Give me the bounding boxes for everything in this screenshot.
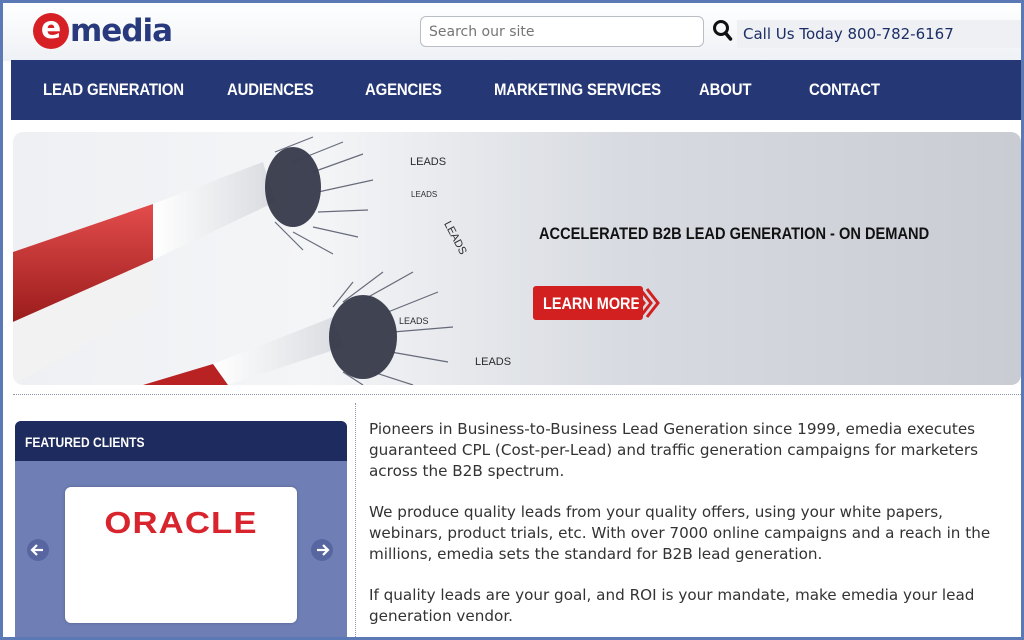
search-icon[interactable] — [712, 19, 734, 43]
nav-marketing-services[interactable]: MARKETING SERVICES — [494, 80, 661, 100]
site-header: e media Call Us Today 800-782-6167 — [3, 3, 1021, 61]
nav-agencies[interactable]: AGENCIES — [365, 80, 442, 100]
carousel-prev-button[interactable] — [27, 539, 49, 561]
arrow-right-icon — [317, 544, 330, 556]
nav-audiences[interactable]: AUDIENCES — [227, 80, 314, 100]
magnet-graphic — [13, 136, 454, 385]
chevron-arrows-icon — [631, 288, 660, 318]
intro-copy: Pioneers in Business-to-Business Lead Ge… — [369, 419, 1009, 637]
banner-word-leads: LEADS — [399, 316, 429, 326]
arrow-left-icon — [30, 544, 43, 556]
featured-clients-panel: FEATURED CLIENTS ORACLE — [15, 421, 347, 637]
column-divider — [355, 403, 356, 637]
logo-wordmark: media — [70, 13, 173, 49]
client-logo-card[interactable]: ORACLE — [65, 487, 297, 623]
emedia-logo[interactable]: e media — [33, 11, 173, 51]
featured-clients-title: FEATURED CLIENTS — [25, 434, 145, 450]
banner-word-leads: LEADS — [410, 156, 447, 168]
nav-lead-generation[interactable]: LEAD GENERATION — [43, 80, 184, 100]
search-input[interactable] — [420, 16, 704, 47]
call-us-phone: Call Us Today 800-782-6167 — [737, 20, 1021, 48]
intro-paragraph: Pioneers in Business-to-Business Lead Ge… — [369, 420, 978, 480]
featured-clients-header: FEATURED CLIENTS — [15, 421, 347, 461]
carousel-next-button[interactable] — [311, 539, 333, 561]
hero-banner[interactable]: LEADS LEADS LEADS LEADS LEADS ACCELERATE… — [13, 132, 1021, 385]
banner-word-leads: LEADS — [475, 356, 512, 368]
nav-contact[interactable]: CONTACT — [809, 80, 880, 100]
page-frame: e media Call Us Today 800-782-6167 LEAD … — [0, 0, 1024, 640]
main-nav: LEAD GENERATION AUDIENCES AGENCIES MARKE… — [11, 60, 1021, 120]
banner-headline: ACCELERATED B2B LEAD GENERATION - ON DEM… — [539, 224, 930, 243]
nav-about[interactable]: ABOUT — [699, 80, 751, 100]
section-divider — [13, 394, 1021, 395]
logo-e-mark: e — [33, 13, 69, 49]
intro-paragraph: We produce quality leads from your quali… — [369, 503, 991, 563]
oracle-logo: ORACLE — [104, 505, 258, 540]
banner-word-leads: LEADS — [411, 190, 438, 199]
learn-more-label: LEARN MORE — [543, 294, 641, 313]
intro-paragraph: If quality leads are your goal, and ROI … — [369, 586, 975, 625]
learn-more-button[interactable]: LEARN MORE — [533, 286, 661, 320]
